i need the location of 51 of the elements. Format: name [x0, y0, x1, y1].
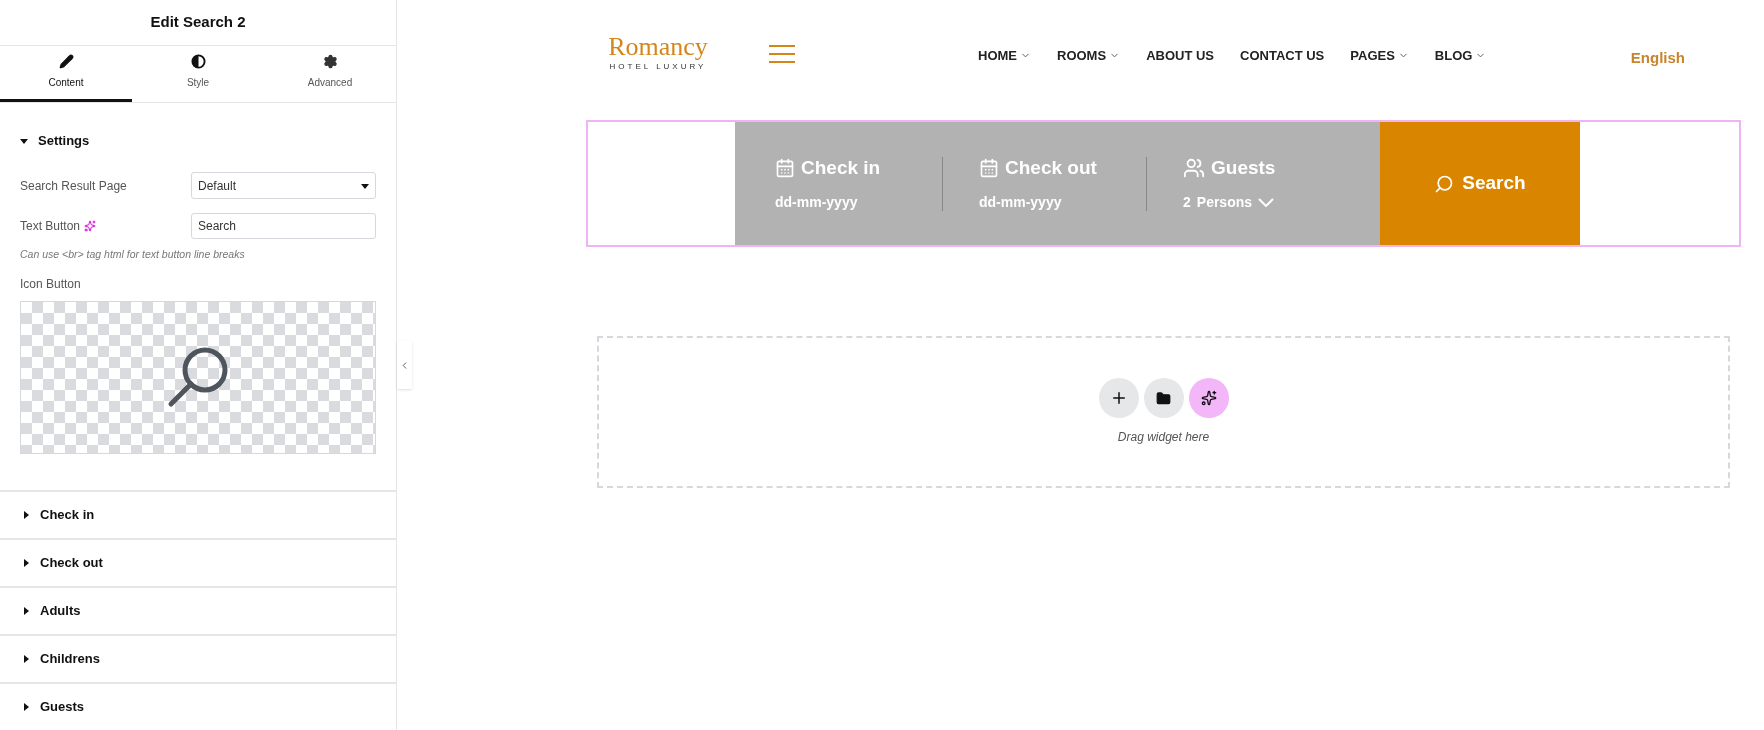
text-input[interactable]: Search	[191, 213, 376, 240]
nav-link[interactable]: CONTACT US	[1240, 46, 1325, 66]
section-header[interactable]: Adults	[0, 586, 396, 634]
logo-tagline: HOTEL LUXURY	[609, 61, 707, 73]
section-header[interactable]: Settings	[20, 130, 90, 151]
sparkle-icon	[1200, 390, 1217, 406]
panel-tab[interactable]: Content	[0, 46, 132, 102]
search-icon	[1434, 173, 1455, 194]
panel-tab[interactable]: Advanced	[264, 46, 396, 102]
nav-link[interactable]: ROOMS	[1057, 46, 1121, 66]
caret-icon	[22, 511, 30, 519]
add-button[interactable]	[1098, 378, 1139, 418]
gear-icon	[322, 54, 338, 70]
field-label: Search Result Page	[20, 177, 127, 195]
booking-label: Check in	[801, 155, 881, 180]
field-label: Icon Button	[20, 276, 82, 293]
contrast-icon	[190, 54, 206, 70]
section-header[interactable]: Childrens	[0, 634, 396, 682]
logo-name: Romancy	[608, 33, 708, 61]
ai-button[interactable]	[1188, 378, 1229, 418]
caret-icon	[22, 703, 30, 711]
drop-hint: Drag widget here	[1117, 429, 1210, 446]
caret-icon	[20, 136, 28, 145]
pencil-icon	[58, 54, 74, 70]
panel-title: Edit Search 2	[150, 12, 246, 33]
caret-icon	[22, 655, 30, 663]
calendar-icon	[775, 158, 795, 178]
chevron-down-icon	[1258, 198, 1275, 208]
nav-link[interactable]: HOME	[978, 46, 1031, 66]
sparkle-icon[interactable]	[84, 220, 97, 233]
calendar-icon	[979, 158, 999, 178]
caret-icon	[22, 607, 30, 615]
section-header[interactable]: Check in	[0, 490, 396, 538]
template-button[interactable]	[1143, 378, 1184, 418]
collapse-handle[interactable]	[397, 341, 412, 389]
menu-icon[interactable]	[769, 45, 795, 63]
nav-link[interactable]: BLOG	[1434, 46, 1487, 66]
section-header[interactable]: Guests	[0, 682, 396, 730]
nav-link[interactable]: ABOUT US	[1146, 46, 1214, 66]
folder-icon	[1156, 390, 1171, 406]
caret-icon	[22, 559, 30, 567]
booking-label: Guests	[1211, 155, 1276, 180]
field-hint: Can use <br> tag html for text button line breaks	[20, 247, 246, 263]
people-icon	[1183, 157, 1205, 179]
caret-icon	[361, 181, 369, 190]
field-label: Text Button	[20, 218, 81, 236]
select-field[interactable]: Default	[191, 172, 376, 200]
nav-link[interactable]: PAGES	[1350, 46, 1409, 66]
panel-tab[interactable]: Style	[132, 46, 264, 102]
section-header[interactable]: Check out	[0, 538, 396, 586]
booking-label: Check out	[1005, 155, 1097, 180]
